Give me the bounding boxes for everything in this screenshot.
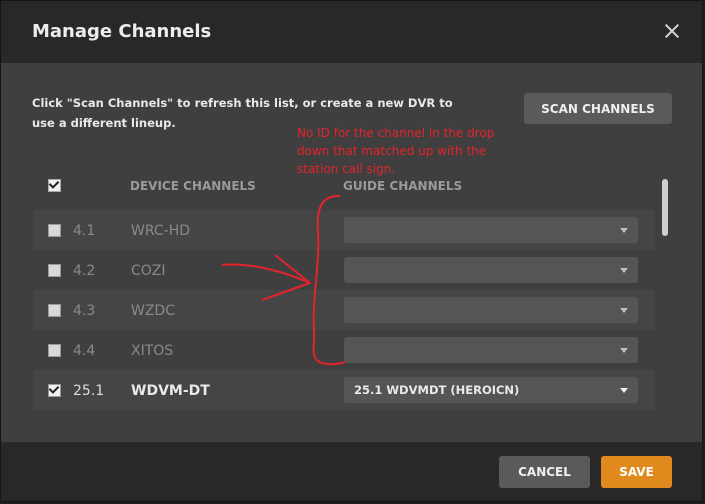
table-row: 4.1 WRC-HD: [34, 210, 654, 250]
header-device-channels: DEVICE CHANNELS: [130, 179, 256, 193]
header-guide-channels: GUIDE CHANNELS: [343, 179, 463, 193]
channel-list: 4.1 WRC-HD 4.2 COZI 4.3 WZDC 4.4 XITOS 2…: [34, 210, 654, 410]
row-checkbox[interactable]: [48, 344, 61, 357]
manage-channels-dialog: Manage Channels Click "Scan Channels" to…: [0, 0, 703, 502]
cancel-button[interactable]: CANCEL: [499, 456, 590, 488]
table-row: 4.3 WZDC: [34, 290, 654, 330]
chevron-down-icon: [620, 228, 628, 233]
row-checkbox[interactable]: [48, 264, 61, 277]
chevron-down-icon: [620, 308, 628, 313]
channel-name: XITOS: [131, 343, 174, 359]
guide-channel-select[interactable]: [344, 217, 638, 243]
guide-channel-value: 25.1 WDVMDT (HEROICN): [354, 383, 520, 397]
select-all-checkbox[interactable]: [48, 178, 61, 192]
close-icon[interactable]: [661, 21, 683, 43]
guide-channel-select[interactable]: [344, 337, 638, 363]
table-row: 4.4 XITOS: [34, 330, 654, 370]
guide-channel-select[interactable]: 25.1 WDVMDT (HEROICN): [344, 377, 638, 403]
channel-name: WDVM-DT: [131, 383, 210, 399]
scrollbar-thumb[interactable]: [662, 179, 668, 236]
channel-number: 4.1: [73, 223, 96, 239]
channel-name: WZDC: [131, 303, 175, 319]
channel-name: COZI: [131, 263, 166, 279]
table-row: 4.2 COZI: [34, 250, 654, 290]
scan-channels-button[interactable]: SCAN CHANNELS: [524, 93, 672, 124]
channel-number: 4.3: [73, 303, 96, 319]
table-row: 25.1 WDVM-DT 25.1 WDVMDT (HEROICN): [34, 370, 654, 410]
channel-number: 4.4: [73, 343, 96, 359]
chevron-down-icon: [620, 388, 628, 393]
dialog-footer: [1, 442, 702, 501]
dialog-header: Manage Channels: [1, 1, 702, 63]
dialog-title: Manage Channels: [32, 21, 212, 42]
row-checkbox[interactable]: [48, 383, 61, 397]
chevron-down-icon: [620, 268, 628, 273]
channel-number: 25.1: [73, 383, 105, 399]
annotation-text: No ID for the channel in the drop down t…: [297, 126, 495, 176]
save-button[interactable]: SAVE: [601, 456, 672, 488]
row-checkbox[interactable]: [48, 224, 61, 237]
channel-name: WRC-HD: [131, 223, 191, 239]
guide-channel-select[interactable]: [344, 297, 638, 323]
row-checkbox[interactable]: [48, 304, 61, 317]
channel-number: 4.2: [73, 263, 96, 279]
guide-channel-select[interactable]: [344, 257, 638, 283]
chevron-down-icon: [620, 348, 628, 353]
